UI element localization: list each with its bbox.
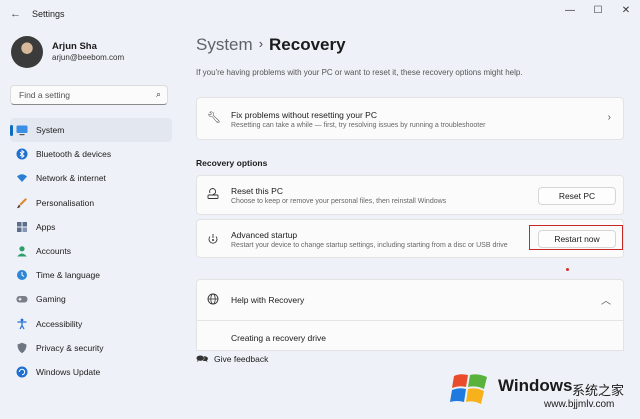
sidebar-item-personalisation[interactable]: Personalisation (10, 191, 172, 215)
help-recovery-card[interactable]: Help with Recovery ︿ Creating a recovery… (196, 279, 624, 351)
globe-icon (207, 293, 219, 308)
give-feedback-link[interactable]: Give feedback (214, 354, 268, 364)
profile-name: Arjun Sha (52, 41, 97, 52)
windows-logo-icon (450, 372, 490, 406)
apps-icon (16, 221, 28, 233)
bluetooth-icon (16, 148, 28, 160)
wrench-icon: 🔧︎ (207, 112, 221, 124)
advanced-startup-desc: Restart your device to change startup se… (231, 242, 508, 249)
divider (197, 320, 623, 321)
watermark-url: www.bjjmlv.com (544, 399, 615, 410)
sidebar-item-gaming[interactable]: Gaming (10, 287, 172, 311)
globe-clock-icon (16, 269, 28, 281)
sidebar-item-accounts[interactable]: Accounts (10, 239, 172, 263)
sidebar-item-label: Windows Update (36, 366, 101, 377)
advanced-startup-icon (207, 233, 219, 248)
recovery-drive-link[interactable]: Creating a recovery drive (231, 333, 326, 343)
app-title: Settings (32, 9, 65, 19)
close-button[interactable]: ✕ (619, 5, 633, 16)
sidebar-item-label: Personalisation (36, 197, 95, 208)
sidebar-item-system[interactable]: System (10, 118, 172, 143)
cursor-dot (566, 268, 569, 271)
restart-highlight-box (529, 225, 623, 250)
gamepad-icon (16, 293, 28, 305)
section-heading: Recovery options (196, 158, 268, 168)
advanced-startup-title: Advanced startup (231, 230, 298, 240)
breadcrumb-parent[interactable]: System (196, 35, 253, 54)
chevron-up-icon[interactable]: ︿ (601, 292, 611, 307)
maximize-button[interactable]: ☐ (591, 5, 605, 16)
brush-icon (16, 197, 28, 209)
sidebar-item-bluetooth[interactable]: Bluetooth & devices (10, 142, 172, 166)
feedback-icon: 🗪︎ (196, 354, 209, 365)
reset-pc-desc: Choose to keep or remove your personal f… (231, 198, 447, 205)
watermark-chinese: 系统之家 (572, 383, 625, 398)
profile-email: arjun@beebom.com (52, 53, 125, 62)
sidebar-nav: System Bluetooth & devices Network & int… (10, 118, 172, 384)
reset-pc-card: Reset this PC Choose to keep or remove y… (196, 175, 624, 215)
monitor-icon (16, 124, 28, 136)
avatar[interactable] (11, 36, 43, 68)
sidebar-item-network[interactable]: Network & internet (10, 166, 172, 190)
fix-problems-desc: Resetting can take a while — first, try … (231, 122, 486, 129)
shield-icon (16, 342, 28, 354)
title-bar: ← Settings — ☐ ✕ (0, 0, 640, 30)
watermark-brand: Windows (498, 376, 573, 395)
intro-text: If you're having problems with your PC o… (196, 68, 523, 77)
wifi-icon (16, 172, 28, 184)
reset-pc-title: Reset this PC (231, 186, 283, 196)
sidebar-item-label: Network & internet (36, 173, 106, 184)
sidebar-item-accessibility[interactable]: Accessibility (10, 312, 172, 336)
minimize-button[interactable]: — (563, 5, 577, 16)
sidebar-item-label: Apps (36, 221, 56, 232)
sidebar-item-label: Gaming (36, 294, 66, 305)
search-input[interactable] (17, 89, 151, 101)
reset-pc-button[interactable]: Reset PC (538, 187, 616, 205)
fix-problems-title: Fix problems without resetting your PC (231, 110, 377, 120)
sidebar-item-privacy[interactable]: Privacy & security (10, 336, 172, 360)
reset-pc-icon (207, 188, 219, 203)
sidebar-item-windows-update[interactable]: Windows Update (10, 360, 172, 384)
accessibility-icon (16, 318, 28, 330)
sidebar-item-label: Accounts (36, 245, 71, 256)
sidebar-item-label: Bluetooth & devices (36, 149, 112, 160)
back-arrow-icon[interactable]: ← (10, 8, 21, 20)
search-icon[interactable]: ⌕ (156, 89, 161, 100)
person-icon (16, 245, 28, 257)
help-recovery-title: Help with Recovery (231, 295, 305, 305)
chevron-right-icon: › (607, 112, 611, 123)
page-title: Recovery (269, 35, 346, 54)
fix-problems-card[interactable]: 🔧︎ Fix problems without resetting your P… (196, 97, 624, 140)
breadcrumb: System › Recovery (196, 35, 346, 55)
sidebar-item-time-language[interactable]: Time & language (10, 263, 172, 287)
breadcrumb-separator: › (258, 36, 264, 51)
sidebar-item-label: Accessibility (36, 318, 83, 329)
update-icon (16, 366, 28, 378)
search-box[interactable]: ⌕ (10, 85, 168, 105)
sidebar-item-label: Privacy & security (36, 342, 104, 353)
sidebar-item-label: Time & language (36, 270, 100, 281)
sidebar-item-label: System (36, 125, 65, 135)
sidebar-item-apps[interactable]: Apps (10, 215, 172, 239)
